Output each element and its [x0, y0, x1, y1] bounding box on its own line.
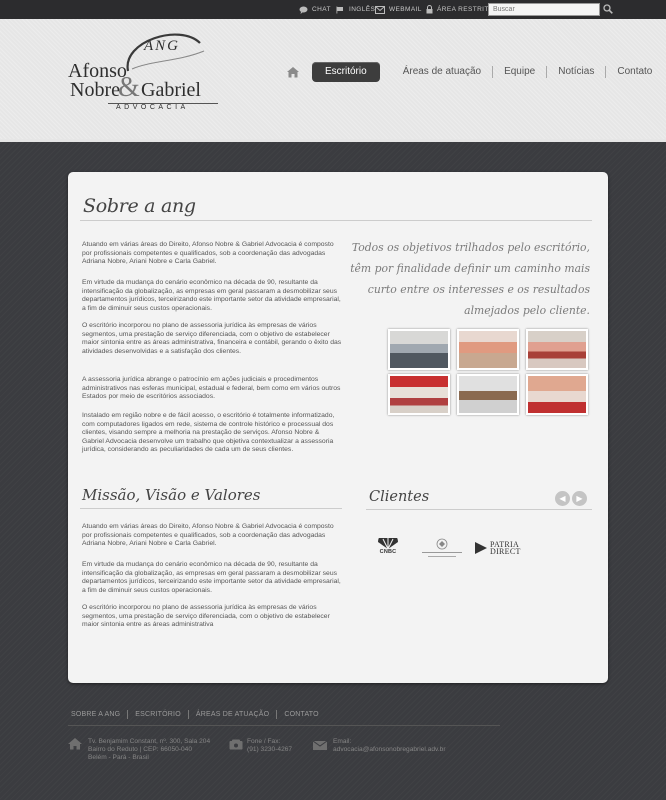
footer-phone: Fone / Fax: (91) 3230-4267	[247, 738, 292, 754]
address-line: Bairro do Reduto | CEP: 66050-040	[88, 746, 192, 753]
clients-title: Clientes	[369, 489, 430, 505]
nav-equipe[interactable]: Equipe	[492, 66, 546, 78]
emblem-icon	[422, 538, 462, 557]
about-paragraph: Instalado em região nobre e de fácil ace…	[82, 412, 335, 454]
search-icon[interactable]	[603, 4, 613, 14]
clients-next-button[interactable]: ▶	[572, 491, 587, 506]
area-restrita-label: ÁREA RESTRITA	[437, 6, 494, 13]
footer-address: Tv. Benjamim Constant, nº. 300, Sala 204…	[88, 738, 210, 762]
logo-mark: ANG	[144, 38, 180, 54]
logo-amp: &	[118, 72, 140, 103]
clients-divider	[366, 509, 592, 510]
main-card: Sobre a ang Atuando em várias áreas do D…	[68, 172, 608, 683]
about-paragraph: Em virtude da mudança do cenário econômi…	[82, 279, 341, 312]
about-title: Sobre a ang	[83, 195, 196, 217]
phone-number[interactable]: (91) 3230-4267	[247, 746, 292, 754]
email-label: Email:	[333, 738, 352, 745]
lock-icon	[426, 5, 433, 14]
footer-email: Email: advocacia@afonsonobregabriel.adv.…	[333, 738, 446, 754]
client-name: CNBC	[379, 549, 397, 555]
peacock-icon	[378, 538, 398, 549]
office-photo[interactable]	[388, 374, 450, 415]
main-nav: Escritório Áreas de atuação Equipe Notíc…	[286, 62, 663, 82]
office-photo[interactable]	[526, 374, 588, 415]
area-restrita-link[interactable]: ÁREA RESTRITA	[426, 3, 493, 16]
arrow-left-icon: ◀	[559, 494, 566, 503]
chat-label: CHAT	[312, 6, 331, 13]
office-photo[interactable]	[526, 329, 588, 370]
mvv-divider	[80, 508, 342, 509]
footer-link-escritorio[interactable]: ESCRITÓRIO	[127, 709, 188, 719]
nav-noticias[interactable]: Notícias	[546, 66, 605, 78]
client-name: DIRECT	[490, 547, 521, 556]
home-icon	[68, 738, 82, 750]
footer-link-areas[interactable]: ÁREAS DE ATUAÇÃO	[187, 709, 276, 719]
nav-escritorio[interactable]: Escritório	[312, 62, 380, 82]
footer-nav: SOBRE A ANG ESCRITÓRIO ÁREAS DE ATUAÇÃO …	[71, 709, 326, 719]
client-logo-emblem[interactable]	[420, 538, 464, 560]
webmail-link[interactable]: WEBMAIL	[375, 3, 422, 16]
chat-bubble-icon	[299, 6, 308, 14]
webmail-label: WEBMAIL	[389, 6, 422, 13]
mvv-paragraph: Em virtude da mudança do cenário econômi…	[82, 561, 341, 594]
footer-link-contato[interactable]: CONTATO	[276, 709, 325, 719]
mvv-paragraph: O escritório incorporou no plano de asse…	[82, 604, 330, 629]
home-icon[interactable]	[286, 66, 300, 78]
envelope-icon	[313, 741, 327, 750]
phone-label: Fone / Fax:	[247, 738, 281, 745]
about-paragraph: A assessoria jurídica abrange o patrocín…	[82, 376, 341, 401]
phone-icon	[229, 739, 243, 750]
ingles-link[interactable]: INGLÊS	[336, 3, 375, 16]
patria-mark-icon	[475, 542, 487, 554]
footer-divider	[68, 725, 500, 726]
mvv-paragraph: Atuando em várias áreas do Direito, Afon…	[82, 523, 334, 548]
envelope-icon	[375, 5, 385, 14]
client-logo-cnbc[interactable]: CNBC	[376, 538, 400, 555]
address-line: Belém - Pará - Brasil	[88, 754, 149, 761]
logo[interactable]: ANG Afonso Nobre & Gabriel ADVOCACIA	[68, 32, 220, 114]
top-bar: CHAT INGLÊS WEBMAIL ÁREA RESTRITA	[0, 0, 666, 19]
nav-contato[interactable]: Contato	[605, 66, 663, 78]
office-photo[interactable]	[457, 374, 519, 415]
arrow-right-icon: ▶	[576, 494, 583, 503]
office-photo[interactable]	[457, 329, 519, 370]
address-line: Tv. Benjamim Constant, nº. 300, Sala 204	[88, 738, 211, 745]
mvv-title: Missão, Visão e Valores	[82, 486, 261, 504]
about-divider	[80, 220, 592, 221]
logo-line2: Nobre	[70, 79, 120, 101]
footer-link-sobre[interactable]: SOBRE A ANG	[71, 710, 127, 719]
flag-icon	[336, 6, 343, 13]
logo-line3: Gabriel	[141, 79, 201, 101]
search-input[interactable]	[488, 3, 600, 16]
office-photo[interactable]	[388, 329, 450, 370]
client-logo-patria[interactable]: PATRIA DIRECT	[475, 541, 521, 556]
about-quote: Todos os objetivos trilhados pelo escrit…	[350, 241, 590, 317]
chat-link[interactable]: CHAT	[299, 3, 331, 16]
about-paragraph: O escritório incorporou no plano de asse…	[82, 322, 342, 355]
email-address[interactable]: advocacia@afonsonobregabriel.adv.br	[333, 746, 446, 754]
ingles-label: INGLÊS	[349, 6, 376, 13]
logo-tagline: ADVOCACIA	[116, 104, 189, 111]
nav-areas[interactable]: Áreas de atuação	[392, 66, 492, 78]
clients-prev-button[interactable]: ◀	[555, 491, 570, 506]
about-paragraph: Atuando em várias áreas do Direito, Afon…	[82, 241, 334, 266]
